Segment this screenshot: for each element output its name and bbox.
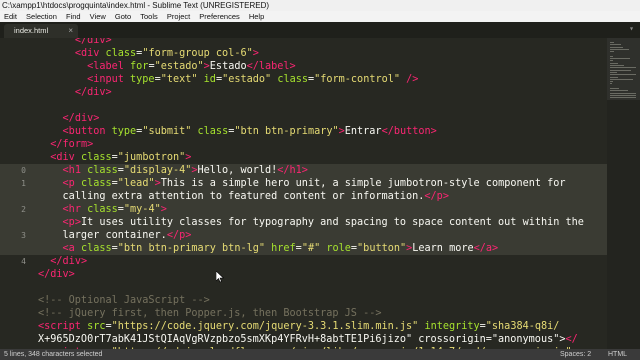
minimap-line bbox=[610, 51, 614, 53]
code-line[interactable]: 3 larger container.</p> bbox=[0, 229, 640, 242]
selection-status: 5 lines, 348 characters selected bbox=[4, 351, 103, 358]
code-line[interactable]: <p>It uses utility classes for typograph… bbox=[0, 216, 640, 229]
indentation-status[interactable]: Spaces: 2 bbox=[560, 349, 591, 360]
minimap-line bbox=[610, 46, 623, 48]
menu-help[interactable]: Help bbox=[249, 11, 264, 22]
minimap-line bbox=[610, 55, 613, 57]
code-line[interactable] bbox=[0, 99, 640, 112]
code-text: <!-- jQuery first, then Popper.js, then … bbox=[38, 308, 382, 319]
menu-tools[interactable]: Tools bbox=[140, 11, 158, 22]
code-text: <button type="submit" class="btn btn-pri… bbox=[62, 126, 437, 137]
minimap-line bbox=[610, 92, 636, 94]
tab-bar: index.html × ▾ bbox=[0, 22, 640, 38]
menu-edit[interactable]: Edit bbox=[4, 11, 17, 22]
minimap-line bbox=[610, 65, 624, 66]
tab-label: index.html bbox=[14, 26, 49, 35]
menu-project[interactable]: Project bbox=[167, 11, 190, 22]
code-text: </div> bbox=[74, 87, 112, 98]
code-text: </form> bbox=[50, 139, 94, 150]
minimap-line bbox=[610, 97, 636, 99]
code-text: <h1 class="display-4">Hello, world!</h1> bbox=[62, 165, 308, 176]
code-text: <!-- Optional JavaScript --> bbox=[38, 295, 210, 306]
code-line[interactable]: </div> bbox=[0, 38, 640, 47]
code-line[interactable]: <button type="submit" class="btn btn-pri… bbox=[0, 125, 640, 138]
code-line[interactable]: 0 <h1 class="display-4">Hello, world!</h… bbox=[0, 164, 640, 177]
code-line[interactable]: 4 </div> bbox=[0, 255, 640, 268]
minimap-line bbox=[610, 90, 628, 92]
chevron-down-icon[interactable]: ▾ bbox=[629, 24, 634, 33]
code-text: <div class="jumbotron"> bbox=[50, 152, 192, 163]
title-bar: C:\xampp1\htdocs\progquinta\index.html -… bbox=[0, 0, 640, 11]
code-line[interactable]: <input type="text" id="estado" class="fo… bbox=[0, 73, 640, 86]
line-number: 1 bbox=[21, 179, 26, 188]
code-text: </div> bbox=[38, 269, 75, 280]
minimap-line bbox=[610, 58, 630, 60]
menu-preferences[interactable]: Preferences bbox=[199, 11, 239, 22]
code-line[interactable]: <!-- jQuery first, then Popper.js, then … bbox=[0, 307, 640, 320]
minimap-line bbox=[610, 67, 636, 69]
code-text: <p>It uses utility classes for typograph… bbox=[62, 217, 584, 228]
minimap-line bbox=[610, 94, 636, 96]
code-text: <a class="btn btn-primary btn-lg" href="… bbox=[62, 243, 499, 254]
minimap[interactable] bbox=[607, 38, 640, 349]
code-line[interactable]: </div> bbox=[0, 112, 640, 125]
code-text: </div> bbox=[62, 113, 100, 124]
code-text: </div> bbox=[50, 256, 88, 267]
code-text: calling extra attention to featured cont… bbox=[38, 191, 449, 202]
minimap-line bbox=[610, 74, 636, 76]
line-number: 0 bbox=[21, 166, 26, 175]
menu-find[interactable]: Find bbox=[66, 11, 81, 22]
code-text: <input type="text" id="estado" class="fo… bbox=[87, 74, 419, 85]
code-text: larger container.</p> bbox=[38, 230, 192, 241]
code-line[interactable]: <!-- Optional JavaScript --> bbox=[0, 294, 640, 307]
code-text: <hr class="my-4"> bbox=[62, 204, 167, 215]
minimap-line bbox=[610, 60, 613, 62]
status-bar: 5 lines, 348 characters selected Spaces:… bbox=[0, 349, 640, 360]
code-text: <script src="https://code.jquery.com/jqu… bbox=[38, 321, 560, 332]
line-number: 3 bbox=[21, 231, 26, 240]
minimap-line bbox=[610, 62, 618, 64]
minimap-line bbox=[610, 88, 619, 89]
code-line[interactable]: </div> bbox=[0, 268, 640, 281]
code-line[interactable]: calling extra attention to featured cont… bbox=[0, 190, 640, 203]
code-line[interactable] bbox=[0, 281, 640, 294]
syntax-status[interactable]: HTML bbox=[608, 349, 627, 360]
close-icon[interactable]: × bbox=[68, 24, 73, 38]
code-line[interactable]: <script src="https://code.jquery.com/jqu… bbox=[0, 320, 640, 333]
minimap-line bbox=[610, 48, 629, 50]
menu-view[interactable]: View bbox=[90, 11, 106, 22]
menu-selection[interactable]: Selection bbox=[26, 11, 57, 22]
minimap-line bbox=[610, 76, 618, 78]
code-line[interactable]: </form> bbox=[0, 138, 640, 151]
code-line[interactable]: <div class="jumbotron"> bbox=[0, 151, 640, 164]
code-line[interactable]: <div class="form-group col-6"> bbox=[0, 47, 640, 60]
minimap-line bbox=[610, 42, 614, 43]
minimap-line bbox=[610, 71, 617, 73]
code-text: </div> bbox=[74, 38, 112, 46]
menu-goto[interactable]: Goto bbox=[115, 11, 131, 22]
code-line[interactable]: 1 <p class="lead">This is a simple hero … bbox=[0, 177, 640, 190]
code-line[interactable]: <a class="btn btn-primary btn-lg" href="… bbox=[0, 242, 640, 255]
code-line[interactable]: <label for="estado">Estado</label> bbox=[0, 60, 640, 73]
code-line[interactable]: X+965DzO0rT7abK41JStQIAqVgRVzpbzo5smXKp4… bbox=[0, 333, 640, 346]
code-editor[interactable]: </div> <div class="form-group col-6"> <l… bbox=[0, 38, 640, 349]
code-text: <p class="lead">This is a simple hero un… bbox=[62, 178, 566, 189]
minimap-line bbox=[610, 44, 621, 46]
code-line[interactable]: 2 <hr class="my-4"> bbox=[0, 203, 640, 216]
tab-index-html[interactable]: index.html × bbox=[4, 24, 78, 38]
line-number: 4 bbox=[21, 257, 26, 266]
minimap-line bbox=[610, 69, 631, 71]
code-text: <label for="estado">Estado</label> bbox=[87, 61, 296, 72]
code-line[interactable]: </div> bbox=[0, 86, 640, 99]
minimap-line bbox=[610, 83, 612, 85]
code-text: <div class="form-group col-6"> bbox=[74, 48, 259, 59]
line-number: 2 bbox=[21, 205, 26, 214]
minimap-line bbox=[610, 81, 613, 83]
minimap-line bbox=[610, 78, 633, 80]
window-title: C:\xampp1\htdocs\progquinta\index.html -… bbox=[2, 1, 270, 10]
code-text: X+965DzO0rT7abK41JStQIAqVgRVzpbzo5smXKp4… bbox=[38, 334, 578, 345]
